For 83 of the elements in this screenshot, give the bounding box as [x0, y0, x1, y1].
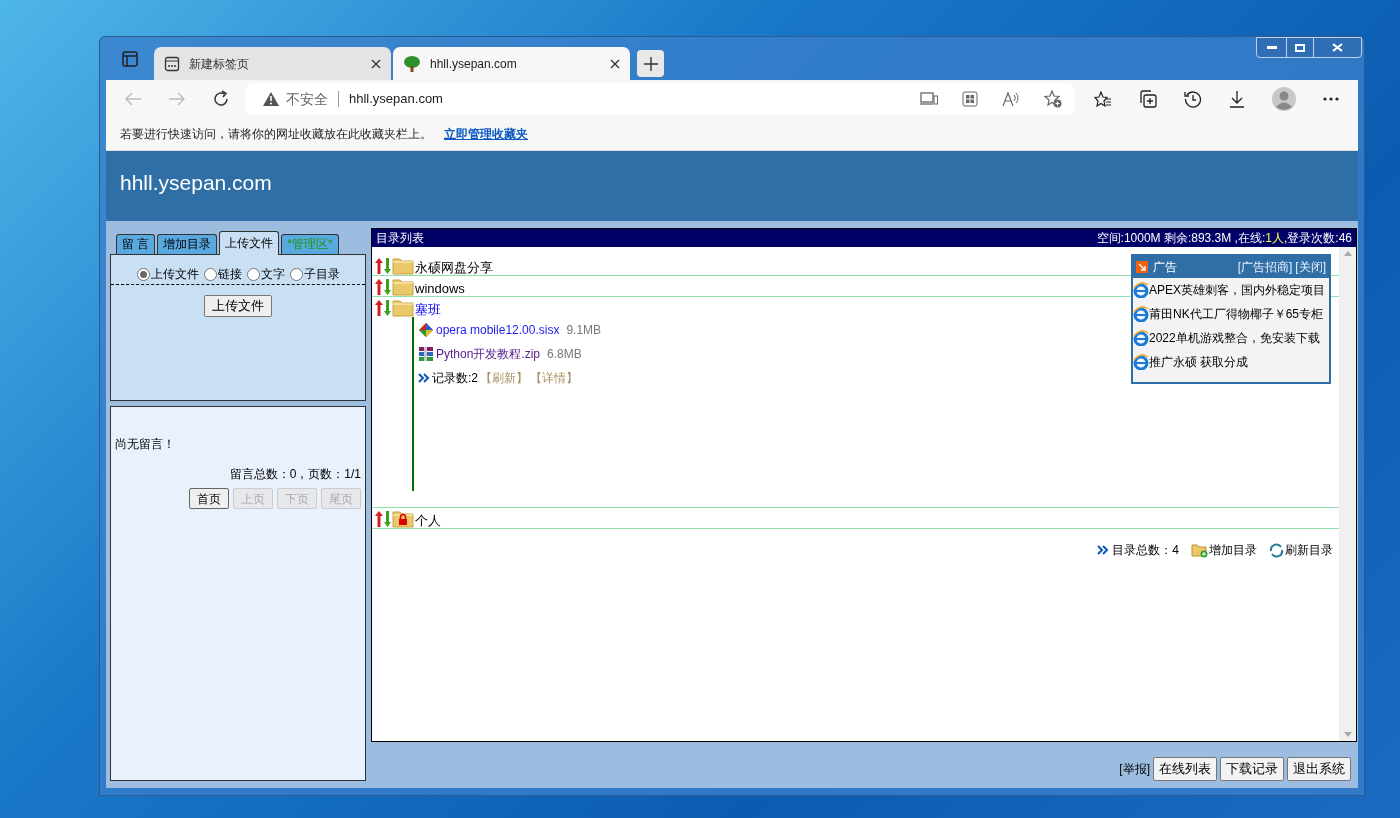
- directory-action-link[interactable]: 刷新目录: [1269, 541, 1333, 559]
- new-tab-page-icon: [164, 55, 180, 72]
- warning-icon: [263, 92, 279, 106]
- minimize-icon: [1266, 45, 1277, 50]
- read-aloud-icon[interactable]: [1002, 91, 1020, 107]
- ad-link[interactable]: 推广永硕 获取分成: [1133, 353, 1329, 371]
- bottom-button[interactable]: 在线列表: [1153, 757, 1217, 781]
- report-link[interactable]: [举报]: [1119, 760, 1150, 778]
- double-chevron-icon: [418, 373, 430, 383]
- ad-link[interactable]: APEX英雄刺客，国内外稳定项目: [1133, 281, 1329, 299]
- address-bar[interactable]: 不安全 hhll.ysepan.com: [246, 83, 1074, 115]
- panel-title: 目录列表: [376, 230, 424, 247]
- tab-title: hhll.ysepan.com: [430, 55, 518, 73]
- side-tab[interactable]: 增加目录: [157, 234, 218, 254]
- device-icon[interactable]: [920, 92, 938, 106]
- tree-icon: [403, 54, 421, 73]
- plus-icon: [643, 56, 658, 71]
- archive-icon: [418, 346, 434, 362]
- bottom-button[interactable]: 下载记录: [1220, 757, 1284, 781]
- upload-file-button[interactable]: 上传文件: [204, 295, 272, 317]
- close-icon[interactable]: [610, 58, 620, 69]
- download-icon[interactable]: [1229, 90, 1245, 108]
- upload-type-radio[interactable]: 子目录: [289, 265, 340, 283]
- add-favorite-icon[interactable]: [1044, 90, 1062, 108]
- space-stats: 空间:1000M 剩余:893.3M ,在线:1人,登录次数:46: [1096, 230, 1352, 247]
- add-folder-icon: [1191, 542, 1208, 558]
- bottom-button[interactable]: 退出系统: [1287, 757, 1351, 781]
- folder-name[interactable]: windows: [415, 282, 465, 296]
- record-count: 记录数:2: [432, 370, 478, 387]
- folder-total: 目录总数：4: [1112, 542, 1179, 559]
- no-messages-text: 尚无留言！: [115, 436, 176, 453]
- url-text: hhll.ysepan.com: [349, 90, 444, 109]
- tab-actions-icon: [122, 51, 138, 67]
- ad-icon: [1136, 261, 1148, 273]
- upload-type-radio[interactable]: 文字: [246, 265, 285, 283]
- refresh-icon: [1269, 542, 1284, 558]
- favorites-hint: 若要进行快速访问，请将你的网址收藏放在此收藏夹栏上。: [120, 126, 432, 143]
- folder-name[interactable]: 塞班: [415, 303, 441, 317]
- ad-title: 广告: [1153, 259, 1178, 276]
- refresh-icon[interactable]: [212, 90, 230, 108]
- folder-name[interactable]: 个人: [415, 514, 441, 528]
- sort-arrows-icon[interactable]: [375, 510, 391, 528]
- profile-avatar-icon[interactable]: [1272, 87, 1296, 111]
- double-chevron-icon: [1097, 545, 1110, 555]
- browser-e-icon: [1133, 330, 1149, 346]
- ad-link[interactable]: 莆田NK代工厂得物椰子￥65专柜: [1133, 305, 1329, 323]
- more-icon[interactable]: [1323, 97, 1339, 101]
- favorites-icon[interactable]: [1094, 91, 1112, 107]
- side-tab[interactable]: 上传文件: [219, 231, 280, 255]
- browser-e-icon: [1133, 354, 1149, 370]
- side-tab[interactable]: 留 言: [116, 234, 156, 254]
- folder-name[interactable]: 永硕网盘分享: [415, 261, 493, 275]
- collections-icon[interactable]: [1139, 90, 1157, 108]
- package-icon: [418, 322, 434, 338]
- browser-tab[interactable]: hhll.ysepan.com: [393, 47, 630, 80]
- sort-arrows-icon[interactable]: [375, 299, 391, 317]
- apps-icon[interactable]: [962, 91, 978, 107]
- close-icon: [1332, 43, 1343, 52]
- new-tab-button[interactable]: [637, 50, 664, 77]
- ad-link[interactable]: 2022单机游戏整合，免安装下载: [1133, 329, 1329, 347]
- security-label: 不安全: [286, 89, 328, 109]
- message-stats: 留言总数：0，页数：1/1: [229, 466, 361, 483]
- file-size: 6.8MB: [547, 346, 582, 363]
- ad-header-link[interactable]: [关闭]: [1295, 258, 1326, 276]
- site-title: hhll.ysepan.com: [120, 170, 272, 196]
- upload-type-radio[interactable]: 上传文件: [136, 265, 199, 283]
- browser-e-icon: [1133, 306, 1149, 322]
- ad-header-link[interactable]: [广告招商]: [1237, 258, 1293, 276]
- file-link[interactable]: Python开发教程.zip: [436, 345, 541, 363]
- upload-type-radio[interactable]: 链接: [203, 265, 242, 283]
- sort-arrows-icon[interactable]: [375, 278, 391, 296]
- file-size: 9.1MB: [566, 322, 602, 339]
- directory-action-link[interactable]: 增加目录: [1191, 541, 1257, 559]
- history-icon[interactable]: [1184, 90, 1202, 108]
- close-icon[interactable]: [371, 58, 381, 69]
- browser-tab[interactable]: 新建标签页: [154, 47, 391, 80]
- browser-e-icon: [1133, 282, 1149, 298]
- pager-button[interactable]: 首页: [189, 488, 229, 509]
- sort-arrows-icon[interactable]: [375, 257, 391, 275]
- tab-title: 新建标签页: [189, 55, 250, 73]
- file-link[interactable]: opera mobile12.00.sisx: [436, 321, 560, 339]
- manage-favorites-link[interactable]: 立即管理收藏夹: [444, 125, 528, 143]
- maximize-icon: [1295, 43, 1305, 52]
